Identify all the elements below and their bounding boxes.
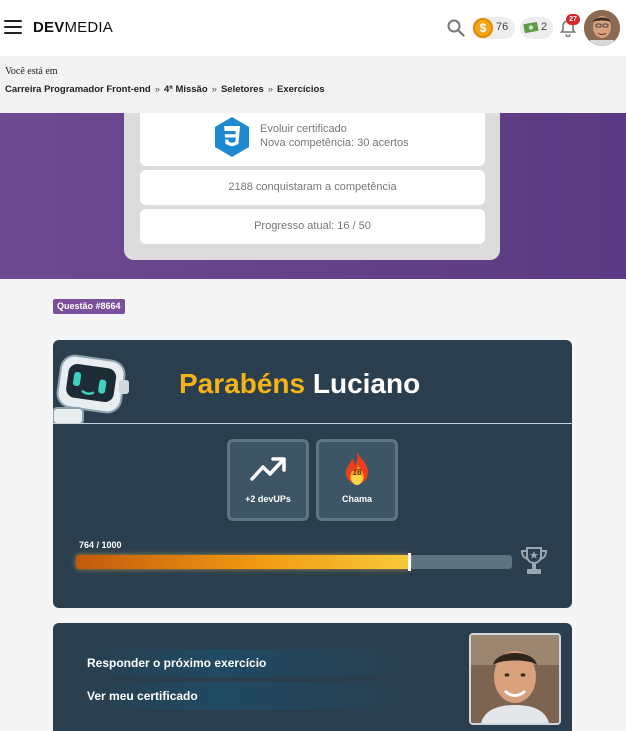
devmedia-logo[interactable]: DEVMEDIA (33, 19, 113, 36)
search-icon[interactable] (447, 19, 465, 37)
coin-icon: $ (473, 18, 493, 38)
xp-progress-bar (76, 553, 512, 571)
breadcrumb-mission[interactable]: 4ª Missão (164, 84, 208, 95)
next-exercise-button[interactable]: Responder o próximo exercício (75, 649, 435, 677)
conquered-row: 2188 conquistaram a competência (140, 170, 485, 205)
devups-tile: +2 devUPs (227, 439, 309, 521)
money-icon (523, 22, 539, 33)
user-photo (469, 633, 561, 725)
next-steps-panel: Responder o próximo exercício Ver meu ce… (53, 623, 572, 731)
xp-label: 764 / 1000 (79, 540, 122, 550)
congrats-title: Parabéns Luciano (179, 368, 420, 400)
question-tag: Questão #8664 (53, 299, 125, 314)
css3-icon (215, 117, 249, 157)
breadcrumb-exercises[interactable]: Exercícios (277, 84, 325, 95)
breadcrumb-selectors[interactable]: Seletores (221, 84, 264, 95)
certificate-title: Evoluir certificado (260, 123, 347, 135)
trophy-icon (520, 547, 548, 574)
menu-icon[interactable] (4, 20, 22, 34)
breadcrumb-lead: Você está em (5, 66, 58, 77)
breadcrumb-separator: » (154, 84, 160, 95)
congrats-panel: Parabéns Luciano +2 devUPs 18 Chama 764 … (53, 340, 572, 608)
divider (53, 423, 572, 424)
view-certificate-button[interactable]: Ver meu certificado (75, 682, 435, 710)
certificate-row[interactable]: Evoluir certificado Nova competência: 30… (140, 113, 485, 166)
breadcrumb-bar: Você está em Carreira Programador Front-… (0, 56, 626, 113)
user-avatar[interactable] (584, 10, 620, 46)
devups-label: +2 devUPs (245, 494, 291, 504)
progress-row: Progresso atual: 16 / 50 (140, 209, 485, 244)
congrats-word: Parabéns (179, 368, 306, 399)
flame-count: 18 (352, 468, 362, 477)
user-name: Luciano (312, 368, 421, 399)
top-bar: DEVMEDIA $ 76 2 27 (0, 0, 626, 56)
new-competence: Nova competência: 30 acertos (260, 137, 409, 149)
breadcrumb-separator: » (267, 84, 274, 95)
cash-badge[interactable]: 2 (520, 17, 553, 39)
coins-count: 76 (496, 21, 509, 33)
flame-label: Chama (341, 494, 372, 504)
robot-mascot-icon (53, 354, 129, 424)
flame-tile: 18 Chama (316, 439, 398, 521)
cash-count: 2 (541, 21, 548, 33)
breadcrumb-career[interactable]: Carreira Programador Front-end (5, 84, 151, 95)
breadcrumb: Carreira Programador Front-end » 4ª Miss… (5, 84, 325, 95)
breadcrumb-separator: » (211, 84, 217, 95)
trending-up-icon (250, 457, 286, 481)
certificate-text: Evoluir certificado Nova competência: 30… (260, 122, 409, 150)
xp-progress-marker (408, 553, 412, 571)
xp-progress-fill (76, 555, 410, 569)
notifications-badge: 27 (566, 14, 580, 25)
coins-badge[interactable]: $ 76 (472, 17, 515, 39)
